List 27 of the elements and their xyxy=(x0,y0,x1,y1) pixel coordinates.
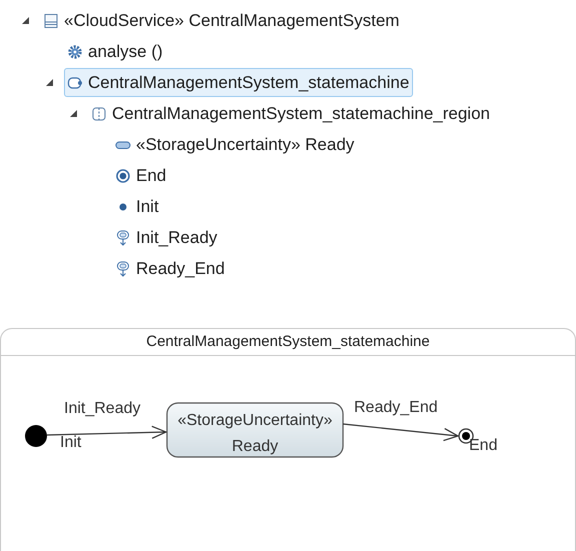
triangle-icon xyxy=(68,109,78,118)
state-label: Ready xyxy=(232,438,278,455)
tree-item[interactable]: CentralManagementSystem_statemachine_region xyxy=(88,98,494,128)
final-state-icon xyxy=(115,168,131,184)
gear-icon xyxy=(67,44,83,60)
diagram-title: CentralManagementSystem_statemachine xyxy=(1,329,575,356)
triangle-icon xyxy=(20,16,30,25)
tree-item[interactable]: Init_Ready xyxy=(112,222,222,252)
node-label: End xyxy=(469,437,498,454)
tree-item[interactable]: Init xyxy=(112,192,163,222)
region-icon xyxy=(91,106,107,122)
tree-item[interactable]: Ready_End xyxy=(112,254,229,284)
transition-icon xyxy=(115,260,131,276)
transition-label: Ready_End xyxy=(354,399,438,416)
triangle-icon xyxy=(44,78,54,87)
tree-item[interactable]: «CloudService» CentralManagementSystem xyxy=(40,6,404,36)
stereotype-label: «StorageUncertainty» xyxy=(178,412,332,429)
transition-label: Init_Ready xyxy=(64,400,140,417)
tree-item[interactable]: analyse () xyxy=(64,36,167,66)
class-icon xyxy=(43,12,59,28)
node-label: Init xyxy=(60,434,82,451)
tree-item[interactable]: CentralManagementSystem_statemachine xyxy=(64,68,414,98)
initial-node xyxy=(25,425,47,447)
state-machine-icon xyxy=(67,74,83,90)
transition-icon xyxy=(115,230,131,246)
tree-item[interactable]: End xyxy=(112,160,170,190)
tree-item[interactable]: «StorageUncertainty» Ready xyxy=(112,130,358,160)
